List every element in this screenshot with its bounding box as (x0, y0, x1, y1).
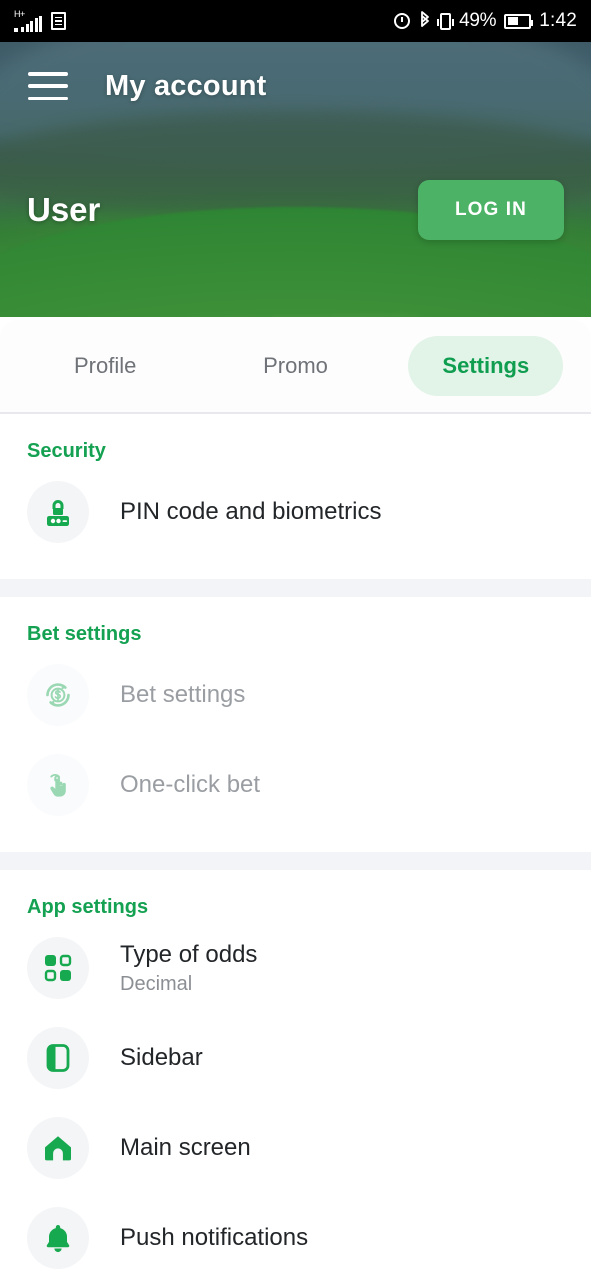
row-one-click-bet: One-click bet (0, 740, 591, 830)
tab-promo-label: Promo (263, 353, 328, 378)
row-text: Main screen (120, 1133, 251, 1162)
tab-profile[interactable]: Profile (10, 336, 200, 396)
bet-refresh-dollar-icon (27, 664, 89, 726)
row-label: One-click bet (120, 771, 261, 799)
tab-settings[interactable]: Settings (391, 336, 581, 396)
status-bar-right: 49% 1:42 (394, 10, 577, 32)
section-title-app-settings: App settings (27, 896, 149, 918)
network-type-label: H+ (14, 9, 25, 19)
bell-icon (27, 1207, 89, 1269)
user-row: User LOG IN (0, 180, 591, 240)
grid-squares-icon (27, 937, 89, 999)
signal-dot (14, 28, 18, 32)
row-text: PIN code and biometrics (120, 497, 381, 526)
row-sublabel: Decimal (120, 972, 193, 995)
row-label: PIN code and biometrics (120, 498, 382, 526)
sidebar-panel-icon (27, 1027, 89, 1089)
row-label: Sidebar (120, 1044, 203, 1072)
account-tabs: Profile Promo Settings (0, 320, 591, 412)
row-text: Type of odds Decimal (120, 940, 257, 995)
section-divider (0, 852, 591, 870)
alarm-clock-icon (394, 13, 411, 29)
section-title-security: Security (27, 440, 106, 462)
status-bar: H+ 49% 1:42 (0, 0, 591, 42)
page-title: My account (105, 69, 267, 102)
pin-lock-icon (27, 481, 89, 543)
account-content-sheet: Profile Promo Settings Security PIN code… (0, 320, 591, 1280)
row-bet-settings: Bet settings (0, 650, 591, 740)
tab-profile-label: Profile (73, 353, 137, 378)
row-label: Bet settings (120, 681, 246, 709)
user-name-label: User (27, 191, 101, 228)
row-sidebar[interactable]: Sidebar (0, 1013, 591, 1103)
tab-promo[interactable]: Promo (200, 336, 390, 396)
section-app-settings: App settings Type of odds Decimal Sideba… (0, 870, 591, 1280)
row-push-notifications[interactable]: Push notifications (0, 1193, 591, 1280)
signal-bars-icon: H+ (14, 10, 42, 32)
row-main-screen[interactable]: Main screen (0, 1103, 591, 1193)
row-text: Sidebar (120, 1043, 203, 1072)
app-bar: My account (0, 42, 591, 130)
document-notification-icon (51, 12, 66, 30)
clock-label: 1:42 (539, 10, 577, 31)
vibrate-icon (437, 12, 455, 30)
section-divider (0, 579, 591, 597)
hamburger-menu-icon[interactable] (28, 72, 68, 100)
home-icon (27, 1117, 89, 1179)
row-pin-code-and-biometrics[interactable]: PIN code and biometrics (0, 467, 591, 557)
row-text: One-click bet (120, 770, 260, 799)
account-hero-banner: My account User LOG IN (0, 42, 591, 317)
battery-percent-label: 49% (459, 10, 497, 31)
section-title-bet-settings: Bet settings (27, 623, 142, 645)
section-bet-settings: Bet settings Bet settings One-click bet (0, 597, 591, 852)
status-bar-left: H+ (14, 10, 66, 32)
pitch-line (111, 314, 424, 317)
row-text: Bet settings (120, 680, 245, 709)
tap-hand-icon (27, 754, 89, 816)
section-security: Security PIN code and biometrics (0, 414, 591, 579)
row-text: Push notifications (120, 1223, 308, 1252)
bluetooth-icon (421, 11, 429, 27)
battery-icon (504, 13, 534, 29)
tab-settings-label: Settings (408, 336, 564, 396)
row-label: Main screen (120, 1134, 251, 1162)
row-type-of-odds[interactable]: Type of odds Decimal (0, 923, 591, 1013)
log-in-button[interactable]: LOG IN (417, 180, 564, 240)
row-label: Push notifications (120, 1224, 309, 1252)
row-label: Type of odds (120, 941, 258, 969)
